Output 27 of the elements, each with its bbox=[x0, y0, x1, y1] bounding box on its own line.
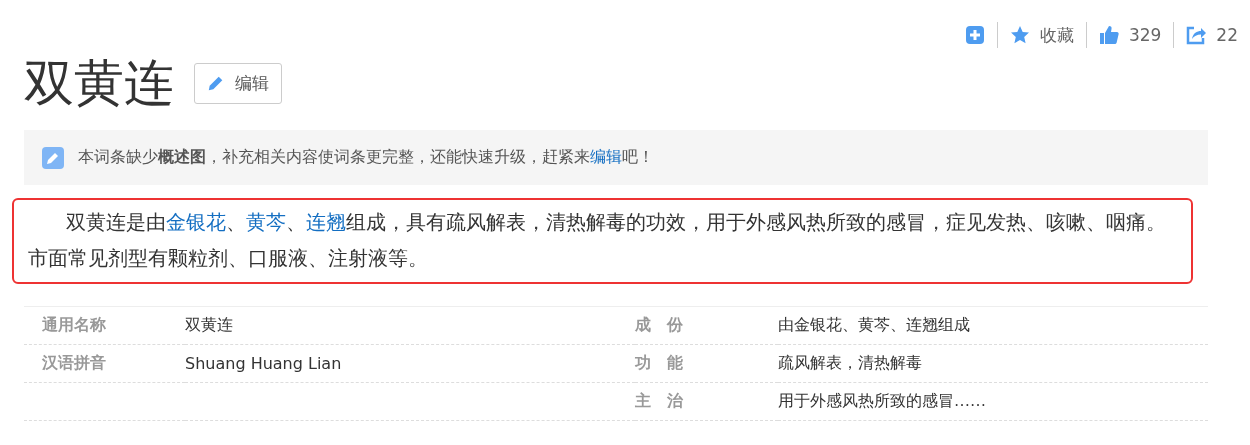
field-label: 通用名称 bbox=[42, 316, 106, 333]
star-icon[interactable] bbox=[1009, 25, 1030, 45]
field-value: 疏风解表，清热解毒 bbox=[778, 354, 922, 371]
pencil-icon bbox=[207, 74, 225, 92]
field-value: Shuang Huang Lian bbox=[185, 354, 342, 373]
edit-button[interactable]: 编辑 bbox=[194, 62, 282, 104]
pencil-icon bbox=[42, 146, 64, 169]
summary-paragraph: 双黄连是由金银花、黄芩、连翘组成，具有疏风解表，清热解毒的功效，用于外感风热所致的感冒，症见发热、咳嗽、咽痛。市面常见剂型有颗粒剂、口服液、注射液等。 bbox=[12, 198, 1193, 284]
text-link[interactable]: 连翘 bbox=[306, 211, 346, 233]
field-value: 双黄连 bbox=[185, 315, 233, 334]
thumbs-up-icon[interactable] bbox=[1098, 25, 1119, 45]
add-icon[interactable] bbox=[964, 25, 985, 45]
field-label: 汉语拼音 bbox=[42, 354, 106, 371]
like-count[interactable]: 329 bbox=[1128, 25, 1162, 45]
share-count[interactable]: 22 bbox=[1216, 25, 1238, 45]
text-link[interactable]: 金银花 bbox=[166, 211, 226, 233]
share-icon[interactable] bbox=[1186, 25, 1207, 45]
text-link[interactable]: 编辑 bbox=[590, 148, 622, 165]
field-label: 功 能 bbox=[635, 354, 683, 371]
field-label: 成 份 bbox=[635, 316, 683, 333]
field-value: 用于外感风热所致的感冒…… bbox=[778, 392, 986, 409]
star-count[interactable]: 收藏 bbox=[1039, 23, 1074, 47]
text-link[interactable]: 黄芩 bbox=[246, 211, 286, 233]
field-value: 由金银花、黄芩、连翘组成 bbox=[778, 316, 970, 333]
field-label: 主 治 bbox=[635, 392, 683, 409]
notice-text: 本词条缺少概述图，补充相关内容使词条更完整，还能快速升级，赶紧来编辑吧！ bbox=[78, 147, 654, 167]
page-title: 双黄连 bbox=[24, 58, 174, 108]
